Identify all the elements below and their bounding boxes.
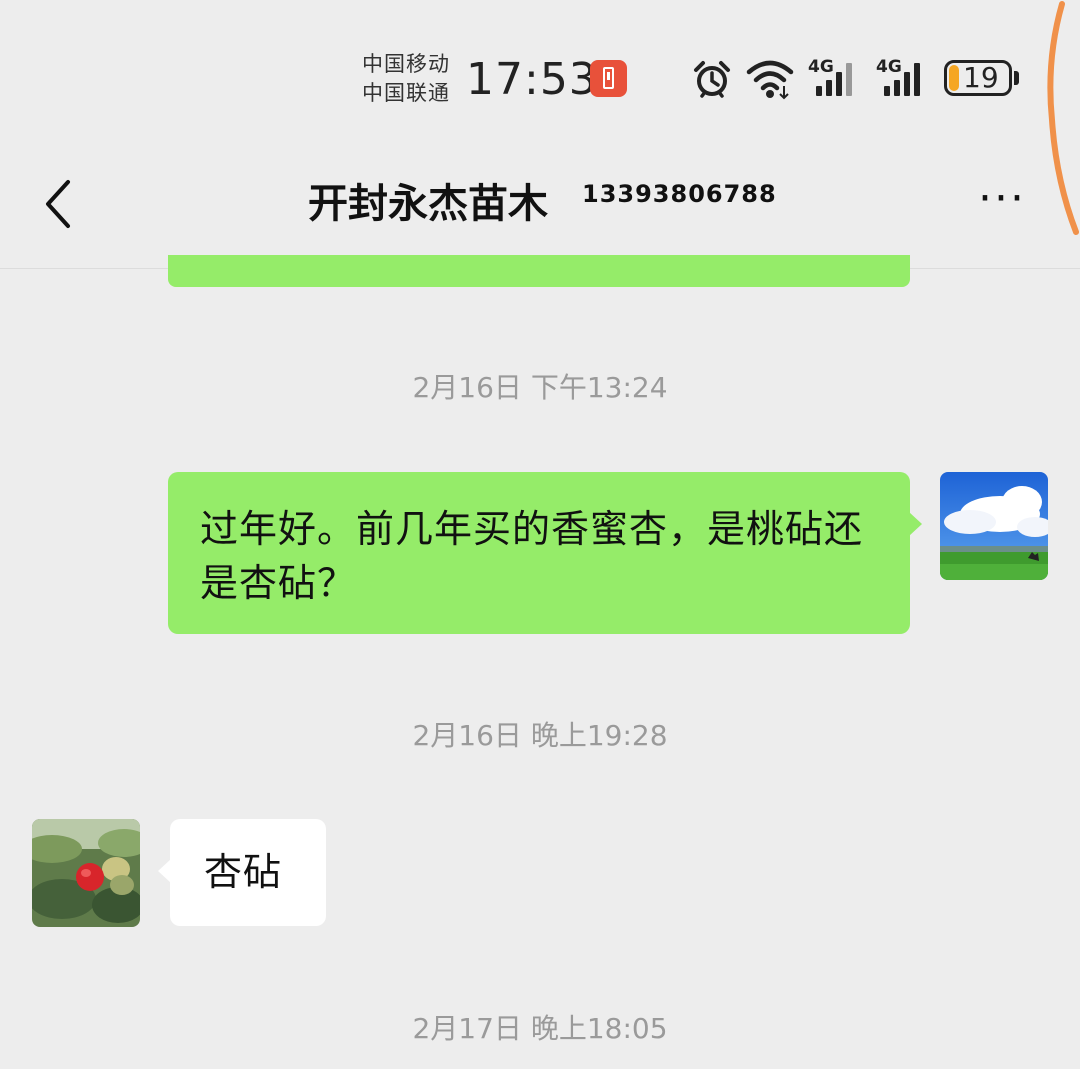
battery-cap: [1014, 71, 1019, 85]
alarm-icon: [694, 61, 730, 98]
wifi-icon: [746, 60, 794, 100]
edge-highlight: [1047, 1, 1079, 235]
battery-level: 19: [963, 61, 999, 94]
carrier-1: 中国移动: [362, 52, 450, 76]
previous-message-bubble[interactable]: [168, 255, 910, 287]
message-timestamp: 2月16日 下午13:24: [412, 371, 668, 404]
chat-title-phone: 13393806788: [582, 180, 777, 208]
status-time: 17:53: [466, 54, 598, 105]
outgoing-message-bubble[interactable]: 过年好。前几年买的香蜜杏，是桃砧还是杏砧？: [168, 472, 922, 634]
battery-icon: 19: [944, 60, 1012, 96]
chat-title: 开封永杰苗木: [308, 181, 548, 227]
chat-screen: 中国移动 中国联通 17:53 4G 4G 19 开封永杰苗木 13393806…: [0, 0, 1080, 1069]
carrier-names: 中国移动 中国联通: [362, 50, 450, 108]
self-avatar[interactable]: [940, 472, 1048, 580]
carrier-2: 中国联通: [362, 81, 450, 105]
power-save-icon: [590, 60, 627, 97]
incoming-message-bubble[interactable]: 杏砧: [158, 819, 326, 926]
contact-avatar[interactable]: [32, 819, 140, 927]
signal-icon: [884, 63, 920, 96]
battery-fill: [949, 65, 959, 91]
message-timestamp: 2月17日 晚上18:05: [412, 1012, 668, 1045]
outgoing-message-text: 过年好。前几年买的香蜜杏，是桃砧还是杏砧？: [200, 507, 864, 605]
back-button[interactable]: [36, 176, 86, 232]
signal-icon: [816, 63, 852, 96]
message-timestamp: 2月16日 晚上19:28: [412, 719, 668, 752]
incoming-message-text: 杏砧: [204, 850, 283, 894]
more-options-button[interactable]: ···: [972, 177, 1032, 226]
chevron-left-icon: [46, 180, 70, 228]
